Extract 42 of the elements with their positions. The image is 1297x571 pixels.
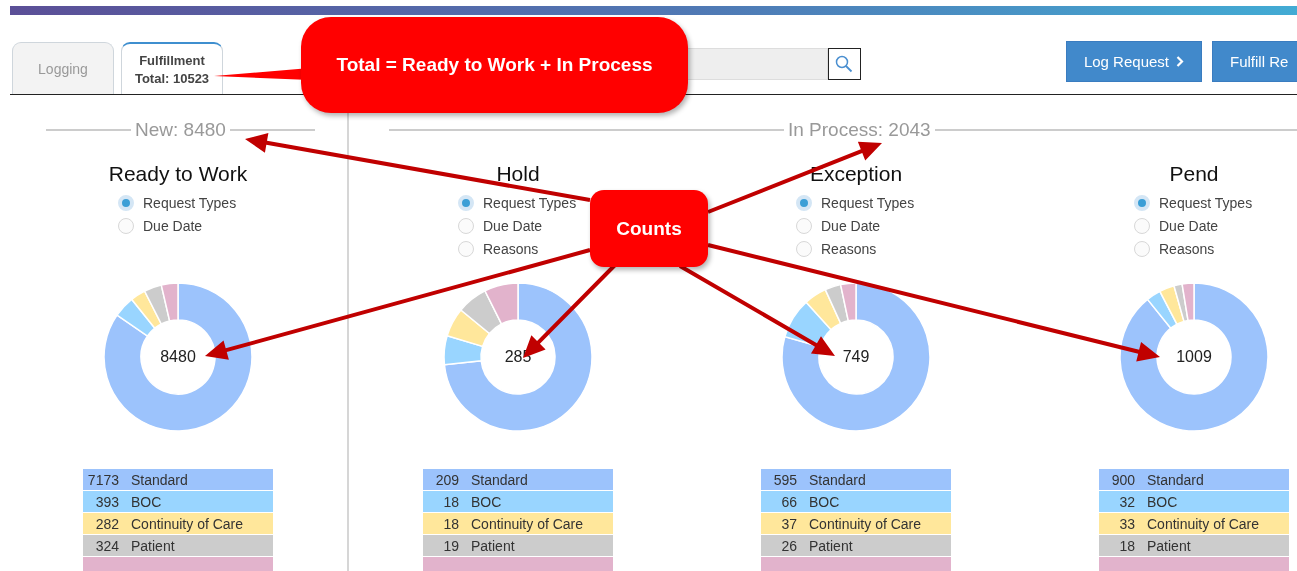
legend-row: 282 Continuity of Care	[83, 513, 273, 534]
radio-option[interactable]: Reasons	[1134, 240, 1274, 258]
search-field[interactable]	[685, 48, 828, 80]
radio-option[interactable]: Reasons	[796, 240, 936, 258]
legend-row: 18 BOC	[423, 491, 613, 512]
donut-total: 1009	[1176, 348, 1212, 366]
radio-option[interactable]: Request Types	[796, 194, 936, 212]
radio-option[interactable]: Request Types	[118, 194, 258, 212]
legend-row: 7173 Standard	[83, 469, 273, 490]
tab[interactable]: Fulfillment Total: 10523	[121, 42, 223, 94]
legend-row: 33 Continuity of Care	[1099, 513, 1289, 534]
legend-row: 900 Standard	[1099, 469, 1289, 490]
radio-option[interactable]: Due Date	[796, 217, 936, 235]
donut-total: 749	[842, 348, 870, 366]
callout-tooltip: Counts	[590, 190, 708, 267]
legend-row: 393 BOC	[83, 491, 273, 512]
legend-row: 19 Patient	[423, 535, 613, 556]
donut-total: 8480	[160, 348, 196, 366]
radio-option[interactable]: Due Date	[1134, 217, 1274, 235]
action-button[interactable]: Log Request	[1065, 41, 1202, 82]
panel-title: Exception	[809, 162, 903, 187]
legend-row: 18 Patient	[1099, 535, 1289, 556]
legend-row: 18 Continuity of Care	[423, 513, 613, 534]
panel-title: Ready to Work	[108, 162, 248, 187]
legend-row: 66 BOC	[761, 491, 951, 512]
search-icon	[835, 55, 854, 73]
radio-option[interactable]: Due Date	[118, 217, 258, 235]
callout-tooltip: Total = Ready to Work + In Process	[301, 17, 688, 113]
legend-row: 324 Patient	[83, 535, 273, 556]
legend-row: 595 Standard	[761, 469, 951, 490]
radio-option[interactable]: Request Types	[1134, 194, 1274, 212]
legend-row: 32 BOC	[1099, 491, 1289, 512]
legend-row: 209 Standard	[423, 469, 613, 490]
panel-title: Pend	[1169, 162, 1219, 187]
group-heading: In Process: 2043	[788, 119, 931, 141]
group-heading: New: 8480	[135, 119, 226, 141]
legend-row: 26 Patient	[761, 535, 951, 556]
legend-row: 37 Continuity of Care	[761, 513, 951, 534]
search-button[interactable]	[827, 48, 861, 80]
action-button[interactable]: Fulfill Re	[1212, 41, 1297, 82]
chevron-icon	[1176, 56, 1184, 67]
panel-title: Hold	[496, 162, 540, 187]
